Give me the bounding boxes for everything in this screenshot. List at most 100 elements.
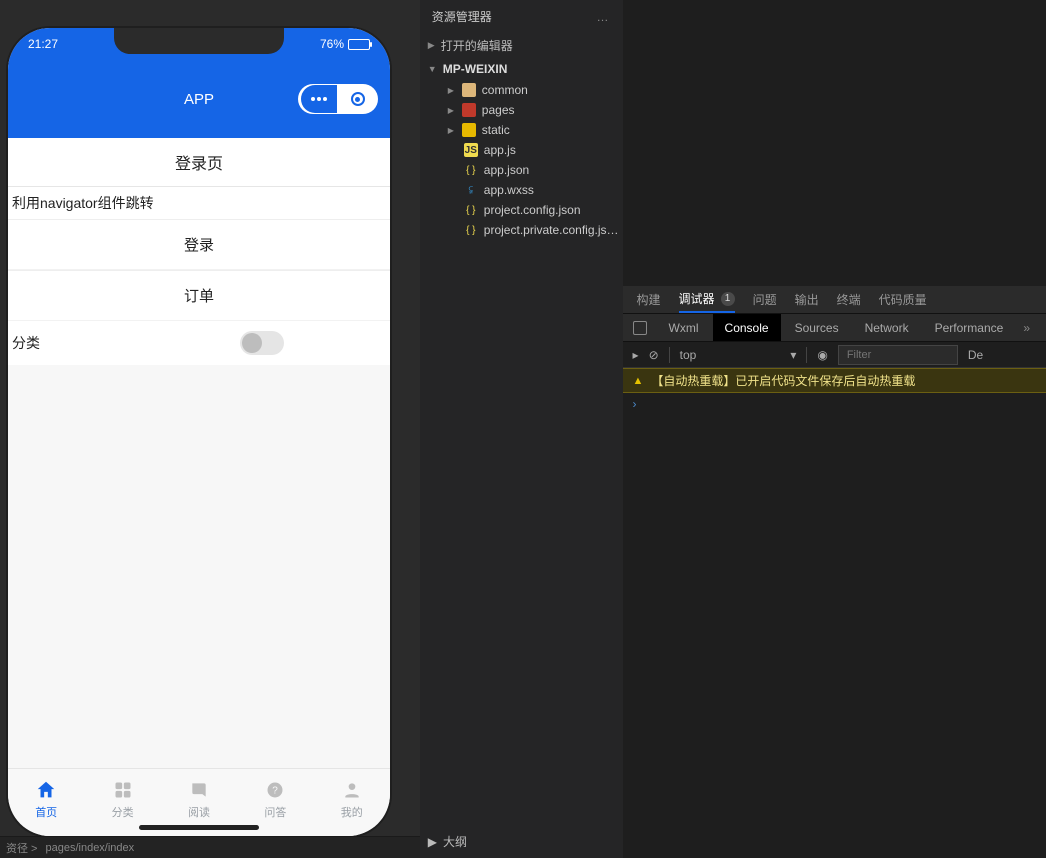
play-icon[interactable]: ▸ xyxy=(633,348,639,362)
debugger-badge: 1 xyxy=(721,292,735,306)
switch-label: 分类 xyxy=(12,333,40,353)
folder-static-label: static xyxy=(482,123,510,137)
tab-network[interactable]: Network xyxy=(853,314,921,341)
json-file-icon: { } xyxy=(464,163,478,177)
file-projpriv[interactable]: { } project.private.config.js… xyxy=(430,220,623,240)
login-nav-button[interactable]: 登录 xyxy=(8,219,390,270)
tab-issues[interactable]: 问题 xyxy=(753,291,777,308)
capsule-close-button[interactable] xyxy=(340,85,376,113)
console-warning-line[interactable]: ▲ 【自动热重载】已开启代码文件保存后自动热重载 xyxy=(623,368,1046,393)
footer-path-bar: 资径 > pages/index/index xyxy=(0,836,420,858)
capsule-buttons xyxy=(298,84,378,114)
battery-icon xyxy=(348,39,370,50)
read-icon xyxy=(188,779,210,801)
json-file-icon: { } xyxy=(464,223,478,237)
capsule-menu-button[interactable] xyxy=(301,85,337,113)
eye-icon[interactable]: ◉ xyxy=(817,348,827,362)
tab-category[interactable]: 分类 xyxy=(112,779,134,820)
qa-icon: ? xyxy=(264,779,286,801)
tab-debugger[interactable]: 调试器 1 xyxy=(679,290,735,313)
home-indicator xyxy=(139,825,259,830)
chevron-down-icon: ▾ xyxy=(790,348,796,362)
category-switch[interactable] xyxy=(240,331,284,355)
folder-pages-label: pages xyxy=(482,103,515,117)
tab-console[interactable]: Console xyxy=(713,314,781,341)
file-appjson-label: app.json xyxy=(484,163,529,177)
folder-common-label: common xyxy=(482,83,528,97)
home-icon xyxy=(35,779,57,801)
tab-qa-label: 问答 xyxy=(264,804,286,820)
wxss-file-icon: ⫋ xyxy=(464,183,478,197)
phone-simulator: 21:27 76% APP 登录页 利 xyxy=(8,28,390,836)
json-file-icon: { } xyxy=(464,203,478,217)
category-switch-row: 分类 xyxy=(8,321,390,365)
tab-read[interactable]: 阅读 xyxy=(188,779,210,820)
file-appwxss[interactable]: ⫋ app.wxss xyxy=(430,180,623,200)
caret-right-icon: ▶ xyxy=(448,106,456,115)
caret-right-icon: ▶ xyxy=(428,835,437,849)
tab-home[interactable]: 首页 xyxy=(35,779,57,820)
project-root[interactable]: ▼ MP-WEIXIN xyxy=(420,58,623,80)
filter-input[interactable] xyxy=(838,345,958,365)
file-appjs[interactable]: JS app.js xyxy=(430,140,623,160)
console-toolbar: ▸ ⊘ top ▾ ◉ De xyxy=(623,342,1046,368)
devtools-panel: 构建 调试器 1 问题 输出 终端 代码质量 Wxml Console Sour… xyxy=(623,0,1046,858)
tab-mine[interactable]: 我的 xyxy=(341,779,363,820)
element-picker-icon[interactable] xyxy=(633,321,647,335)
folder-common[interactable]: ▶ common xyxy=(430,80,623,100)
tab-bar: 首页 分类 阅读 ? 问 xyxy=(8,768,390,836)
svg-text:?: ? xyxy=(273,785,279,796)
caret-right-icon: ▶ xyxy=(448,126,456,135)
open-editors-section[interactable]: ▶ 打开的编辑器 xyxy=(420,33,623,58)
editor-empty-area xyxy=(623,0,1046,286)
battery-percent: 76% xyxy=(320,37,344,51)
folder-static[interactable]: ▶ static xyxy=(430,120,623,140)
file-appwxss-label: app.wxss xyxy=(484,183,534,197)
devtools-secondary-tabs: Wxml Console Sources Network Performance… xyxy=(623,314,1046,342)
devtools-primary-tabs: 构建 调试器 1 问题 输出 终端 代码质量 xyxy=(623,286,1046,314)
tab-mine-label: 我的 xyxy=(341,804,363,820)
note-text: 利用navigator组件跳转 xyxy=(8,187,390,219)
section-title: 登录页 xyxy=(8,138,390,187)
phone-notch xyxy=(114,28,284,54)
file-projpriv-label: project.private.config.js… xyxy=(484,223,619,237)
page-body: 登录页 利用navigator组件跳转 登录 订单 分类 xyxy=(8,138,390,768)
tab-output[interactable]: 输出 xyxy=(795,291,819,308)
open-editors-label: 打开的编辑器 xyxy=(441,37,513,54)
status-battery: 76% xyxy=(320,37,370,51)
console-prompt[interactable]: › xyxy=(623,393,1046,415)
console-body[interactable]: ▲ 【自动热重载】已开启代码文件保存后自动热重载 › xyxy=(623,368,1046,858)
tab-wxml[interactable]: Wxml xyxy=(657,314,711,341)
tab-qa[interactable]: ? 问答 xyxy=(264,779,286,820)
clear-console-icon[interactable]: ⊘ xyxy=(649,348,659,362)
context-selector[interactable]: top ▾ xyxy=(680,348,797,362)
target-icon xyxy=(351,92,365,106)
file-appjson[interactable]: { } app.json xyxy=(430,160,623,180)
tab-home-label: 首页 xyxy=(35,804,57,820)
outline-section[interactable]: ▶ 大纲 xyxy=(428,833,467,850)
folder-pages[interactable]: ▶ pages xyxy=(430,100,623,120)
file-projcfg[interactable]: { } project.config.json xyxy=(430,200,623,220)
app-title: APP xyxy=(184,91,214,108)
tab-performance[interactable]: Performance xyxy=(923,314,1016,341)
dots-icon xyxy=(311,97,327,101)
tabs-overflow-icon[interactable]: » xyxy=(1017,321,1036,335)
js-file-icon: JS xyxy=(464,143,478,157)
status-time: 21:27 xyxy=(28,37,58,51)
tab-terminal[interactable]: 终端 xyxy=(837,291,861,308)
person-icon xyxy=(341,779,363,801)
caret-down-icon: ▼ xyxy=(428,64,437,74)
order-nav-button[interactable]: 订单 xyxy=(8,270,390,321)
caret-right-icon: ▶ xyxy=(448,86,456,95)
grid-icon xyxy=(112,779,134,801)
explorer-more-icon[interactable]: … xyxy=(597,10,611,24)
file-projcfg-label: project.config.json xyxy=(484,203,581,217)
tab-quality[interactable]: 代码质量 xyxy=(879,291,927,308)
path-value[interactable]: pages/index/index xyxy=(45,842,134,854)
explorer-panel: 资源管理器 … ▶ 打开的编辑器 ▼ MP-WEIXIN ▶ common ▶ … xyxy=(420,0,623,858)
tab-build[interactable]: 构建 xyxy=(637,291,661,308)
tab-sources[interactable]: Sources xyxy=(783,314,851,341)
tab-category-label: 分类 xyxy=(112,804,134,820)
warning-icon: ▲ xyxy=(633,375,644,387)
project-name: MP-WEIXIN xyxy=(443,62,508,76)
